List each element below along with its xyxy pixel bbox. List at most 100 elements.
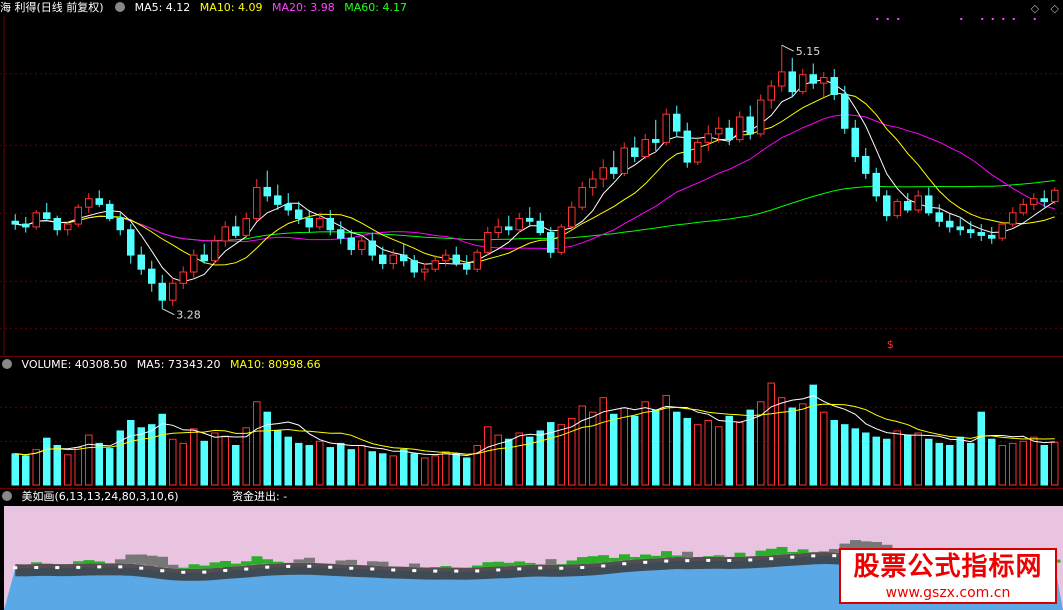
green-bar xyxy=(577,557,588,564)
green-bar xyxy=(262,559,273,563)
candle-body xyxy=(274,196,281,204)
fund-flow-label: 资金进出: - xyxy=(232,490,287,503)
volume-bar xyxy=(558,425,565,485)
ma10-line xyxy=(15,93,1055,265)
candle-body xyxy=(516,218,523,229)
volume-bar xyxy=(369,452,376,485)
volume-settings-icon[interactable] xyxy=(2,359,12,369)
candle-body xyxy=(400,255,407,261)
candle-body xyxy=(169,283,176,300)
candle-body xyxy=(999,224,1006,238)
white-dot xyxy=(391,568,395,571)
volume-bar xyxy=(348,450,355,485)
volume-bar xyxy=(537,431,544,485)
candle-body xyxy=(988,235,995,238)
signal-dot xyxy=(876,18,878,20)
volume-chart[interactable] xyxy=(0,373,1063,487)
green-bar xyxy=(651,556,662,558)
stock-title[interactable]: 海 利得(日线 前复权) xyxy=(0,1,104,14)
volume-bar xyxy=(904,435,911,485)
diamond-icon[interactable]: ◇ xyxy=(1051,2,1059,15)
candle-body xyxy=(705,134,712,142)
white-dot xyxy=(97,565,101,568)
green-bar xyxy=(84,560,95,563)
volume-bar xyxy=(306,445,313,485)
candle-body xyxy=(610,168,617,174)
green-bar xyxy=(598,555,609,562)
volume-bar xyxy=(295,443,302,485)
candle-body xyxy=(558,227,565,252)
green-bar xyxy=(199,566,210,569)
candle-body xyxy=(96,199,103,205)
volume-bar xyxy=(148,425,155,485)
volume-bar xyxy=(505,439,512,485)
candle-body xyxy=(642,140,649,157)
volume-bar xyxy=(988,439,995,485)
white-dot xyxy=(832,554,836,557)
candle-body xyxy=(348,238,355,249)
candle-body xyxy=(873,173,880,196)
volume-bar xyxy=(22,456,29,485)
gray-bar xyxy=(147,556,158,566)
volume-bar xyxy=(894,431,901,485)
candle-body xyxy=(474,252,481,269)
candle-body xyxy=(421,269,428,272)
white-dot xyxy=(727,559,731,562)
gray-bar xyxy=(378,562,389,566)
high-price-label: 5.15 xyxy=(796,45,821,58)
candle-body xyxy=(810,75,817,83)
candle-body xyxy=(831,78,838,95)
candle-body xyxy=(432,261,439,269)
volume-bar xyxy=(852,429,859,485)
volume-header: VOLUME: 40308.50 MA5: 73343.20 MA10: 809… xyxy=(0,357,327,373)
volume-bar xyxy=(463,458,470,485)
volume-value: VOLUME: 40308.50 xyxy=(22,358,128,371)
volume-bar xyxy=(1020,441,1027,485)
volume-bar xyxy=(715,427,722,485)
green-bar xyxy=(630,557,641,559)
candle-body xyxy=(75,207,82,224)
candle-body xyxy=(925,196,932,213)
candle-body xyxy=(495,227,502,233)
volume-bar xyxy=(400,450,407,485)
volume-bar xyxy=(642,402,649,485)
candle-body xyxy=(43,213,50,219)
green-bar xyxy=(94,561,105,563)
price-chart[interactable]: 5.153.28$ xyxy=(0,16,1063,356)
volume-ma10: MA10: 80998.66 xyxy=(230,358,321,371)
signal-dot xyxy=(1002,18,1004,20)
volume-bar xyxy=(778,398,785,485)
volume-bar xyxy=(726,416,733,485)
green-bar xyxy=(787,552,798,554)
candle-body xyxy=(306,218,313,226)
white-dot xyxy=(160,569,164,572)
white-dot xyxy=(748,558,752,561)
volume-bar xyxy=(694,425,701,485)
white-dot xyxy=(496,568,500,571)
green-bar xyxy=(819,551,830,552)
green-bar xyxy=(483,562,494,567)
volume-bar xyxy=(936,443,943,485)
diamond-icon[interactable]: ◇ xyxy=(1031,2,1039,15)
white-dot xyxy=(139,567,143,570)
indicator-settings-icon[interactable] xyxy=(2,491,12,501)
green-bar xyxy=(493,562,504,567)
white-dot xyxy=(664,560,668,563)
white-dot xyxy=(769,557,773,560)
volume-bar xyxy=(610,414,617,485)
green-bar xyxy=(231,564,242,567)
signal-dot xyxy=(1034,18,1036,20)
volume-bar xyxy=(810,385,817,485)
candle-body xyxy=(1009,213,1016,224)
volume-bar xyxy=(106,449,113,485)
settings-dropdown-icon[interactable] xyxy=(115,2,125,12)
candle-body xyxy=(568,207,575,227)
signal-dot xyxy=(1013,18,1015,20)
volume-bar xyxy=(589,412,596,485)
candle-body xyxy=(936,213,943,221)
white-dot xyxy=(622,562,626,565)
candle-body xyxy=(694,142,701,162)
candle-body xyxy=(211,241,218,261)
white-dot xyxy=(790,556,794,559)
candle-body xyxy=(285,204,292,210)
